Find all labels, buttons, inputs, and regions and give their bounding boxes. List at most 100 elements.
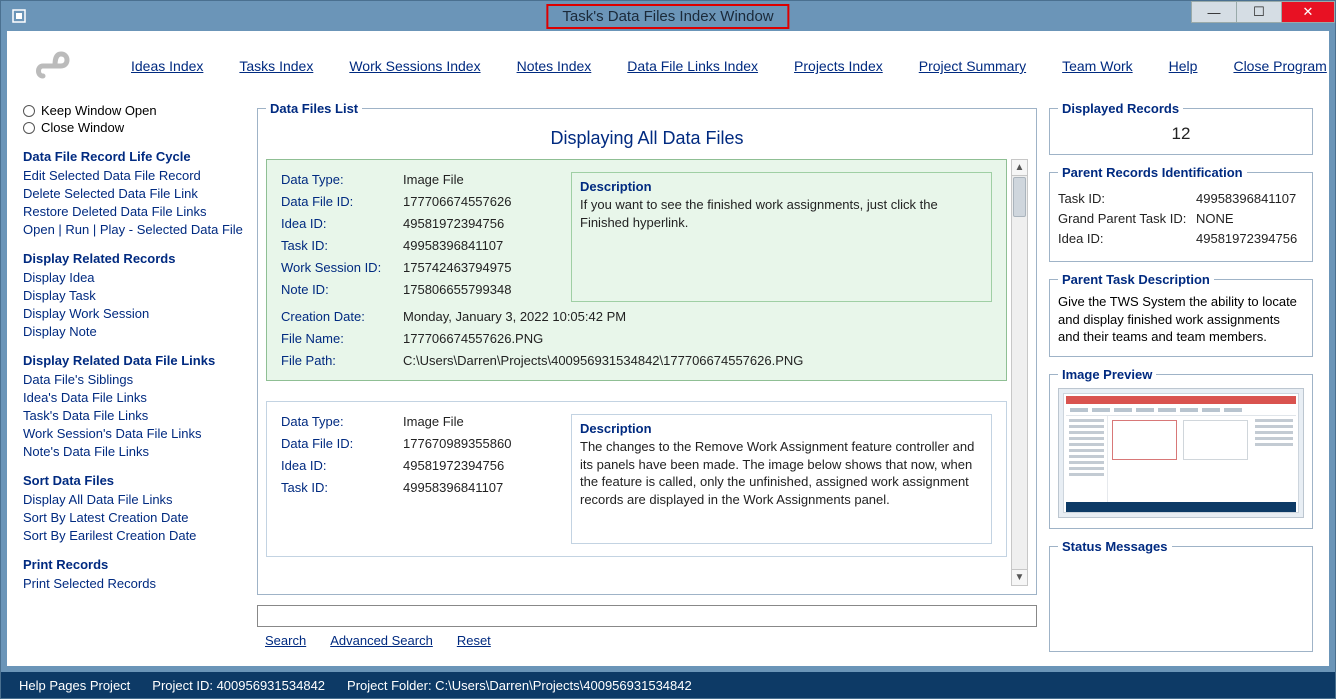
image-preview-thumbnail[interactable] — [1058, 388, 1304, 518]
group-print-title: Print Records — [23, 557, 245, 572]
menu-projects-index[interactable]: Projects Index — [794, 58, 883, 74]
notes-data-file-links[interactable]: Note's Data File Links — [23, 444, 245, 459]
status-help-pages-project[interactable]: Help Pages Project — [19, 678, 130, 693]
data-file-record[interactable]: Data Type: Image File Data File ID: 177670… — [266, 401, 1007, 557]
close-button[interactable]: ✕ — [1281, 1, 1335, 23]
menu-project-summary[interactable]: Project Summary — [919, 58, 1026, 74]
label-file-path: File Path: — [281, 353, 393, 368]
label-idea-id: Idea ID: — [281, 458, 393, 473]
print-selected-records[interactable]: Print Selected Records — [23, 576, 245, 591]
parent-task-id-label: Task ID: — [1058, 191, 1188, 206]
content-area: Ideas Index Tasks Index Work Sessions In… — [7, 31, 1329, 666]
group-sort-title: Sort Data Files — [23, 473, 245, 488]
value-work-session-id: 175742463794975 — [403, 260, 511, 275]
scroll-up-icon[interactable]: ▲ — [1012, 160, 1027, 176]
label-work-session-id: Work Session ID: — [281, 260, 393, 275]
label-note-id: Note ID: — [281, 282, 393, 297]
parent-idea-id-label: Idea ID: — [1058, 231, 1188, 246]
parent-task-description-legend: Parent Task Description — [1058, 272, 1214, 287]
value-idea-id: 49581972394756 — [403, 216, 504, 231]
value-file-name: 177706674557626.PNG — [403, 331, 543, 346]
menu-ideas-index[interactable]: Ideas Index — [131, 58, 203, 74]
value-task-id: 49958396841107 — [403, 480, 503, 495]
value-data-type: Image File — [403, 414, 464, 429]
maximize-button[interactable]: ☐ — [1236, 1, 1282, 23]
toolbar: Ideas Index Tasks Index Work Sessions In… — [7, 31, 1329, 101]
search-link[interactable]: Search — [265, 633, 306, 648]
tasks-data-file-links[interactable]: Task's Data File Links — [23, 408, 245, 423]
status-messages-fieldset: Status Messages — [1049, 539, 1313, 652]
status-project-id: Project ID: 400956931534842 — [152, 678, 325, 693]
description-label: Description — [580, 421, 983, 436]
status-messages-legend: Status Messages — [1058, 539, 1172, 554]
open-run-play-selected-data-file[interactable]: Open | Run | Play - Selected Data File — [23, 222, 245, 237]
value-data-file-id: 177706674557626 — [403, 194, 511, 209]
scroll-thumb[interactable] — [1013, 177, 1026, 217]
displayed-records-fieldset: Displayed Records 12 — [1049, 101, 1313, 155]
parent-task-id-value: 49958396841107 — [1196, 191, 1296, 206]
menu-data-file-links-index[interactable]: Data File Links Index — [627, 58, 758, 74]
display-work-session[interactable]: Display Work Session — [23, 306, 245, 321]
sidebar: Keep Window Open Close Window Data File … — [23, 101, 245, 652]
edit-selected-data-file-record[interactable]: Edit Selected Data File Record — [23, 168, 245, 183]
menu-tasks-index[interactable]: Tasks Index — [239, 58, 313, 74]
label-data-file-id: Data File ID: — [281, 436, 393, 451]
data-files-list-legend: Data Files List — [266, 101, 362, 116]
close-window-radio[interactable]: Close Window — [23, 120, 245, 135]
data-files-list-fieldset: Data Files List Displaying All Data File… — [257, 101, 1037, 595]
group-related-records-title: Display Related Records — [23, 251, 245, 266]
app-logo-icon — [31, 41, 75, 91]
label-file-name: File Name: — [281, 331, 393, 346]
right-column: Displayed Records 12 Parent Records Iden… — [1049, 101, 1313, 652]
description-box: Description The changes to the Remove Wo… — [571, 414, 992, 544]
label-data-type: Data Type: — [281, 414, 393, 429]
menu-help[interactable]: Help — [1169, 58, 1198, 74]
description-label: Description — [580, 179, 983, 194]
reset-link[interactable]: Reset — [457, 633, 491, 648]
display-task[interactable]: Display Task — [23, 288, 245, 303]
value-data-file-id: 177670989355860 — [403, 436, 511, 451]
data-files-siblings[interactable]: Data File's Siblings — [23, 372, 245, 387]
keep-window-open-label: Keep Window Open — [41, 103, 157, 118]
window-frame: Task's Data Files Index Window — ☐ ✕ Ide… — [0, 0, 1336, 699]
radio-icon — [23, 105, 35, 117]
value-creation-date: Monday, January 3, 2022 10:05:42 PM — [403, 309, 626, 324]
menu-work-sessions-index[interactable]: Work Sessions Index — [349, 58, 480, 74]
sort-by-latest-creation-date[interactable]: Sort By Latest Creation Date — [23, 510, 245, 525]
label-data-file-id: Data File ID: — [281, 194, 393, 209]
menu-close-program[interactable]: Close Program — [1233, 58, 1326, 74]
records-container: Data Type: Image File Data File ID: 177706… — [266, 159, 1011, 586]
delete-selected-data-file-link[interactable]: Delete Selected Data File Link — [23, 186, 245, 201]
label-data-type: Data Type: — [281, 172, 393, 187]
value-idea-id: 49581972394756 — [403, 458, 504, 473]
radio-icon — [23, 122, 35, 134]
ideas-data-file-links[interactable]: Idea's Data File Links — [23, 390, 245, 405]
sort-by-earliest-creation-date[interactable]: Sort By Earilest Creation Date — [23, 528, 245, 543]
advanced-search-link[interactable]: Advanced Search — [330, 633, 433, 648]
description-box: Description If you want to see the finis… — [571, 172, 992, 302]
menu-team-work[interactable]: Team Work — [1062, 58, 1133, 74]
description-text: If you want to see the finished work ass… — [580, 196, 983, 231]
data-file-record[interactable]: Data Type:Image File Data File ID:177706… — [266, 159, 1007, 381]
scroll-down-icon[interactable]: ▼ — [1012, 569, 1027, 585]
restore-deleted-data-file-links[interactable]: Restore Deleted Data File Links — [23, 204, 245, 219]
group-lifecycle-title: Data File Record Life Cycle — [23, 149, 245, 164]
minimize-button[interactable]: — — [1191, 1, 1237, 23]
image-preview-legend: Image Preview — [1058, 367, 1156, 382]
display-idea[interactable]: Display Idea — [23, 270, 245, 285]
status-project-folder: Project Folder: C:\Users\Darren\Projects… — [347, 678, 692, 693]
status-bar: Help Pages Project Project ID: 400956931… — [1, 672, 1335, 698]
label-task-id: Task ID: — [281, 238, 393, 253]
display-note[interactable]: Display Note — [23, 324, 245, 339]
display-all-data-file-links[interactable]: Display All Data File Links — [23, 492, 245, 507]
keep-window-open-radio[interactable]: Keep Window Open — [23, 103, 245, 118]
window-title: Task's Data Files Index Window — [546, 4, 789, 29]
app-icon — [7, 4, 31, 28]
menu-notes-index[interactable]: Notes Index — [517, 58, 592, 74]
search-input[interactable] — [257, 605, 1037, 627]
group-related-links-title: Display Related Data File Links — [23, 353, 245, 368]
parent-records-id-legend: Parent Records Identification — [1058, 165, 1247, 180]
vertical-scrollbar[interactable]: ▲ ▼ — [1011, 159, 1028, 586]
main-panel: Data Files List Displaying All Data File… — [257, 101, 1037, 652]
work-sessions-data-file-links[interactable]: Work Session's Data File Links — [23, 426, 245, 441]
